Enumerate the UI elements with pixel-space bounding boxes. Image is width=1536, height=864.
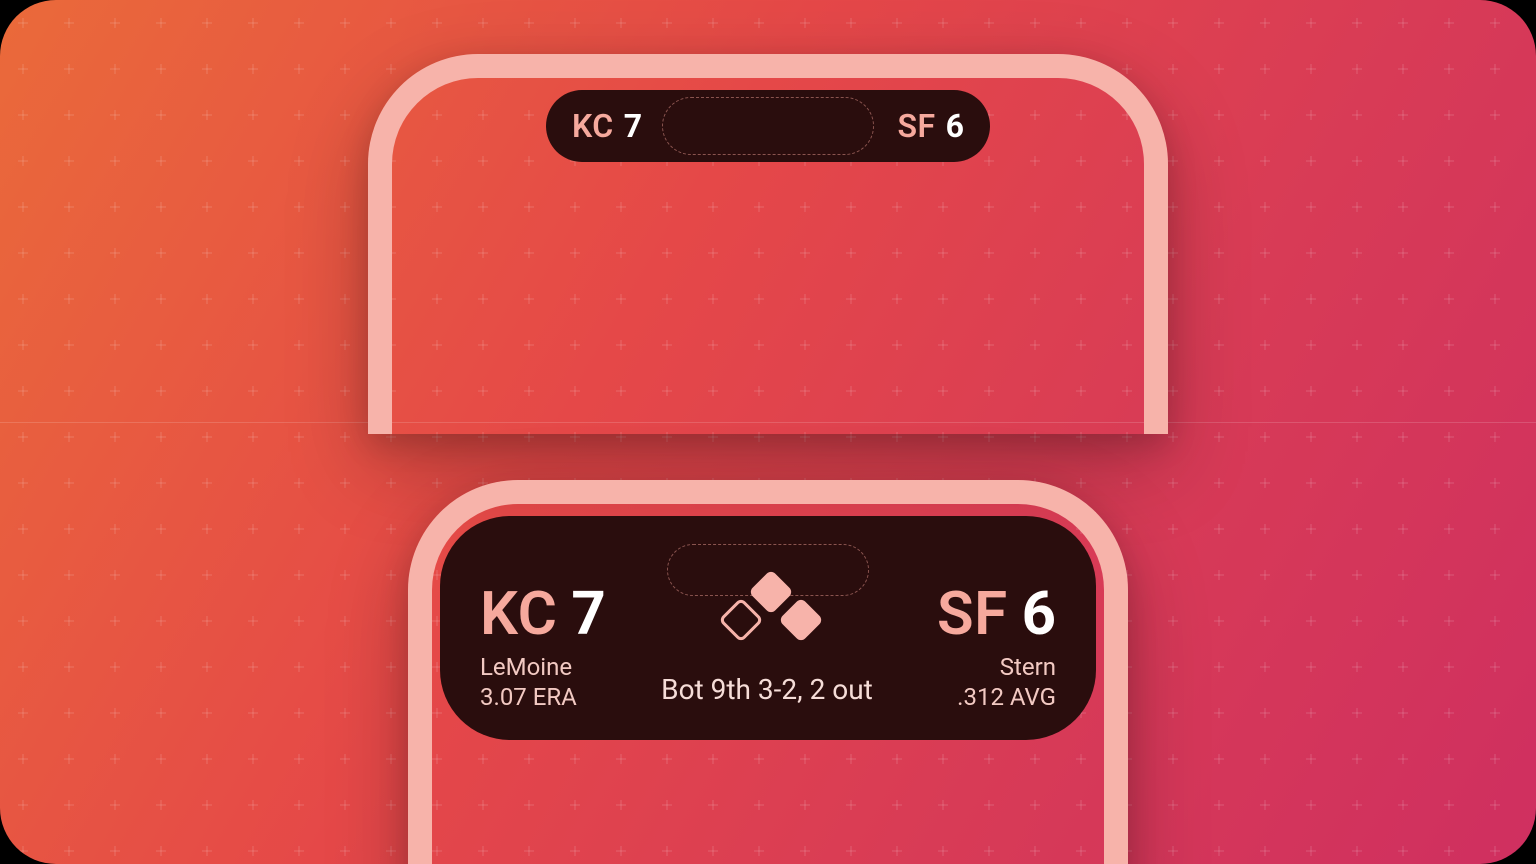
- game-situation: Bot 9th 3-2, 2 out: [661, 659, 873, 706]
- dynamic-island-expanded[interactable]: KC 7 SF 6 LeMoine 3.07 ERA Bot 9th 3-2, …: [440, 516, 1096, 740]
- away-player-stat: 3.07 ERA: [480, 682, 577, 712]
- away-player-name: LeMoine: [480, 652, 577, 682]
- illustration-canvas: KC 7 SF 6 KC 7 SF 6: [0, 0, 1536, 864]
- expanded-away-abbr: KC: [480, 584, 557, 644]
- sensor-cutout-outline: [662, 97, 874, 155]
- base-first: [779, 597, 824, 642]
- base-second: [749, 569, 794, 614]
- away-player-col: LeMoine 3.07 ERA: [480, 652, 577, 712]
- bases-diamond-icon: [711, 574, 831, 644]
- compact-away-side: KC 7: [572, 107, 642, 145]
- compact-home-abbr: SF: [898, 107, 936, 145]
- home-player-col: Stern .312 AVG: [957, 652, 1056, 712]
- expanded-score-row: KC 7 SF 6: [480, 574, 1056, 644]
- expanded-away-score: 7: [571, 584, 605, 644]
- base-third: [719, 597, 764, 642]
- dynamic-island-compact[interactable]: KC 7 SF 6: [546, 90, 990, 162]
- expanded-away-side: KC 7: [480, 584, 606, 644]
- home-player-stat: .312 AVG: [957, 682, 1056, 712]
- expanded-home-score: 6: [1022, 584, 1056, 644]
- expanded-home-side: SF 6: [937, 584, 1056, 644]
- expanded-detail-row: LeMoine 3.07 ERA Bot 9th 3-2, 2 out Ster…: [480, 652, 1056, 712]
- compact-home-side: SF 6: [898, 107, 964, 145]
- expanded-home-abbr: SF: [937, 584, 1008, 644]
- compact-away-score: 7: [624, 107, 642, 145]
- home-player-name: Stern: [1000, 652, 1056, 682]
- compact-away-abbr: KC: [572, 107, 614, 145]
- compact-home-score: 6: [946, 107, 964, 145]
